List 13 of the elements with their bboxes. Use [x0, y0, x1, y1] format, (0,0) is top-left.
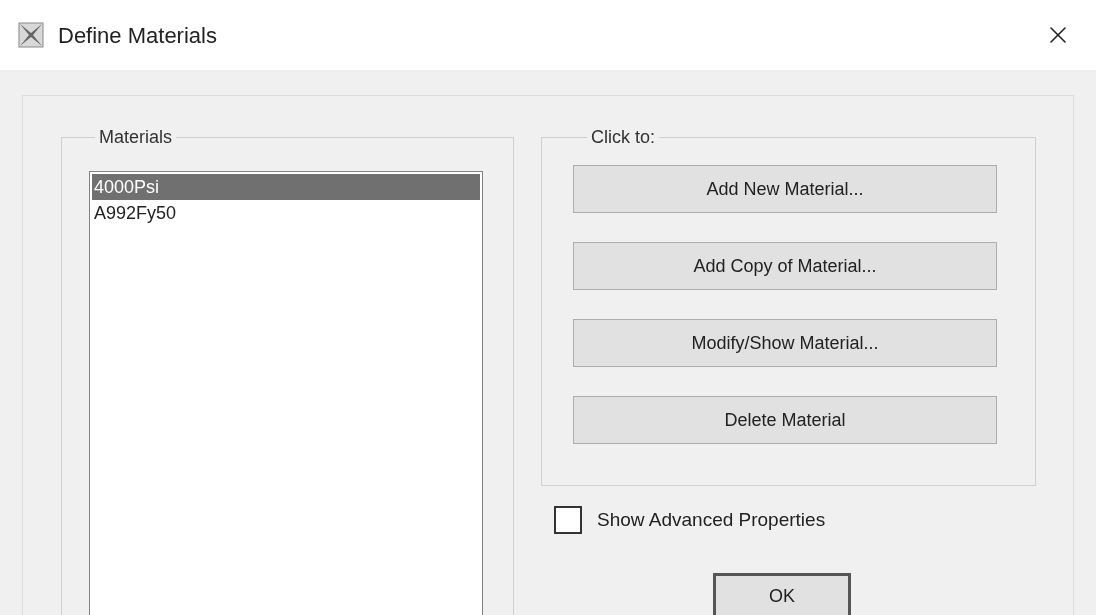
list-item[interactable]: A992Fy50 [92, 200, 480, 226]
checkbox-label: Show Advanced Properties [597, 508, 826, 532]
list-item[interactable]: 4000Psi [92, 174, 480, 200]
group-label: Click to: [590, 126, 656, 149]
app-logo-icon [18, 22, 44, 48]
group-label: Materials [98, 126, 174, 149]
action-button[interactable]: Add Copy of Material... [573, 242, 997, 290]
ok-button[interactable]: OK [713, 572, 851, 615]
window-title: Define Materials [58, 21, 217, 50]
checkbox[interactable] [554, 506, 582, 535]
action-button[interactable]: Delete Material [573, 396, 997, 444]
action-button[interactable]: Add New Material... [573, 165, 997, 213]
action-button[interactable]: Modify/Show Material... [573, 319, 997, 367]
